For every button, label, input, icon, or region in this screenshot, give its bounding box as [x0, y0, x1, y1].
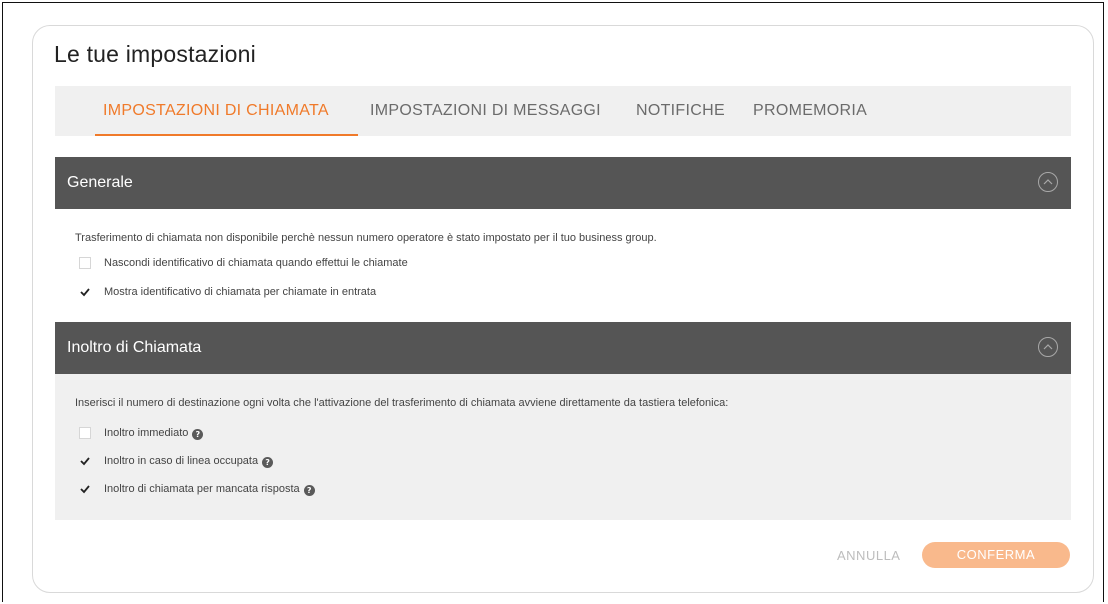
tab-bar: IMPOSTAZIONI DI CHIAMATA IMPOSTAZIONI DI…: [55, 86, 1071, 136]
section-header-inoltro-di-chiamata[interactable]: Inoltro di Chiamata: [55, 322, 1071, 374]
checkbox[interactable]: [79, 427, 91, 439]
checkbox[interactable]: [79, 483, 91, 495]
help-icon[interactable]: ?: [303, 485, 315, 496]
cancel-button[interactable]: ANNULLA: [837, 548, 900, 563]
checkbox[interactable]: [79, 455, 91, 467]
section-body-generale: Trasferimento di chiamata non disponibil…: [55, 209, 1071, 322]
option-label: Nascondi identificativo di chiamata quan…: [104, 257, 408, 269]
checkbox[interactable]: [79, 286, 91, 298]
check-icon: [80, 485, 90, 494]
option-label: Inoltro di chiamata per mancata risposta…: [104, 483, 315, 496]
chevron-up-circle-icon[interactable]: [1038, 172, 1058, 192]
confirm-button[interactable]: CONFERMA: [922, 542, 1070, 568]
help-icon[interactable]: ?: [192, 429, 204, 440]
section-description: Trasferimento di chiamata non disponibil…: [75, 232, 657, 244]
check-icon: [80, 457, 90, 466]
option-label: Inoltro immediato?: [104, 427, 204, 440]
tab-promemoria[interactable]: PROMEMORIA: [753, 102, 867, 120]
chevron-up-circle-icon[interactable]: [1038, 337, 1058, 357]
active-tab-indicator: [95, 134, 358, 136]
option-label: Mostra identificativo di chiamata per ch…: [104, 286, 377, 298]
section-body-inoltro-di-chiamata: Inserisci il numero di destinazione ogni…: [55, 374, 1071, 520]
tab-notifiche[interactable]: NOTIFICHE: [636, 102, 725, 120]
help-icon[interactable]: ?: [262, 457, 274, 468]
checkbox[interactable]: [79, 257, 91, 269]
check-icon: [80, 288, 90, 297]
section-title: Generale: [67, 174, 133, 191]
section-description: Inserisci il numero di destinazione ogni…: [75, 397, 729, 409]
section-header-generale[interactable]: Generale: [55, 157, 1071, 209]
tab-impostazioni-di-chiamata[interactable]: IMPOSTAZIONI DI CHIAMATA: [103, 102, 329, 120]
page-title: Le tue impostazioni: [54, 41, 256, 67]
section-title: Inoltro di Chiamata: [67, 339, 202, 356]
option-label: Inoltro in caso di linea occupata?: [104, 455, 274, 468]
tab-impostazioni-di-messaggi[interactable]: IMPOSTAZIONI DI MESSAGGI: [370, 102, 601, 120]
